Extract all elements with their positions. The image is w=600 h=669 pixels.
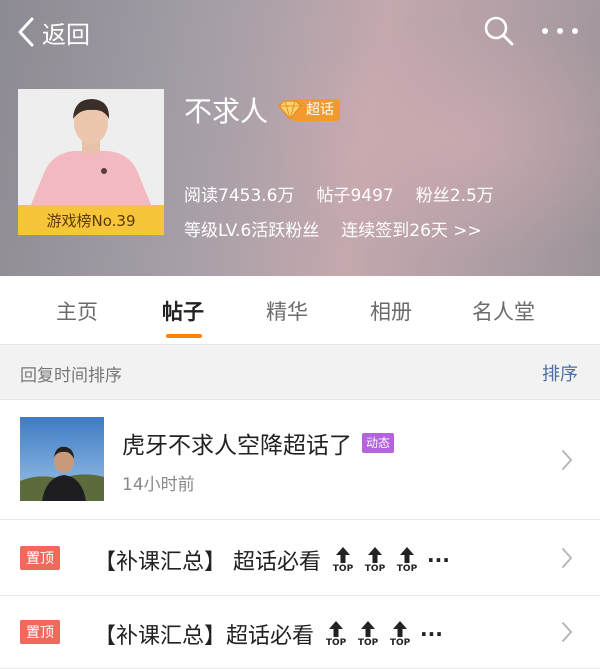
rank-badge: 游戏榜No.39 [18,205,164,235]
ellipsis: ··· [420,622,443,646]
tab-posts[interactable]: 帖子 [162,296,204,326]
top-arrow-icon: TOP [391,546,423,574]
search-button[interactable] [482,14,516,48]
level-row: 等级LV.6活跃粉丝 连续签到26天 >> [184,216,482,241]
more-dots-icon [542,28,548,34]
post-thumbnail [20,417,104,501]
fan-level: 等级LV.6活跃粉丝 [184,221,320,241]
post-title: 【补课汇总】 超话必看 [94,550,321,575]
pinned-title-row: 【补课汇总】 超话必看 TOP TOP TOP ··· [94,544,450,576]
sort-order-label: 回复时间排序 [20,366,122,386]
list-item[interactable]: 虎牙不求人空降超话了 动态 14小时前 [0,400,600,520]
chevron-left-icon [18,17,34,47]
diamond-icon [277,100,303,121]
more-button[interactable] [540,18,580,44]
chevron-right-icon [562,548,573,568]
topic-name: 不求人 [184,95,269,128]
tab-bar: 主页 帖子 精华 相册 名人堂 [0,276,600,344]
post-title-row: 虎牙不求人空降超话了 动态 [122,426,395,460]
dynamic-badge: 动态 [362,433,395,453]
list-item[interactable]: 置顶 【补课汇总】超话必看 TOP TOP TOP ··· [0,596,600,669]
tab-hall-of-fame[interactable]: 名人堂 [472,296,535,326]
sort-button[interactable]: 排序 [542,360,578,386]
search-icon [484,16,514,46]
person-photo [20,417,104,501]
topic-header: 返回 游戏榜No.39 不求人 超话 阅读7453.6万 帖子9497 粉丝2.… [0,0,600,276]
ellipsis: ··· [427,548,450,572]
topic-avatar[interactable]: 游戏榜No.39 [18,89,164,235]
top-arrow-icon: TOP [352,620,384,648]
tab-featured[interactable]: 精华 [266,296,308,326]
posts-count: 帖子9497 [316,186,394,206]
top-arrow-icon: TOP [384,620,416,648]
top-icons: TOP TOP TOP [320,620,416,648]
super-topic-badge: 超话 [276,99,341,121]
post-title: 虎牙不求人空降超话了 [122,433,352,459]
sort-bar: 回复时间排序 排序 [0,344,600,400]
top-arrow-icon: TOP [327,546,359,574]
top-icons: TOP TOP TOP [327,546,423,574]
back-label: 返回 [42,20,90,49]
tab-home[interactable]: 主页 [56,296,98,326]
topic-stats: 阅读7453.6万 帖子9497 粉丝2.5万 [184,181,494,206]
chevron-right-icon [562,450,573,470]
list-item[interactable]: 置顶 【补课汇总】 超话必看 TOP TOP TOP ··· [0,520,600,596]
top-nav-bar: 返回 [0,0,600,64]
post-time: 14小时前 [122,475,195,495]
active-tab-indicator [166,334,202,338]
reads-count: 阅读7453.6万 [184,186,295,206]
pinned-badge: 置顶 [20,546,60,570]
top-arrow-icon: TOP [320,620,352,648]
post-title: 【补课汇总】超话必看 [94,624,315,649]
tab-album[interactable]: 相册 [370,296,412,326]
checkin-link[interactable]: 连续签到26天 >> [341,216,482,241]
chevron-right-icon [562,622,573,642]
back-button[interactable]: 返回 [16,14,90,50]
topic-name-row: 不求人 超话 [184,90,341,130]
fans-count: 粉丝2.5万 [415,186,494,206]
top-arrow-icon: TOP [359,546,391,574]
pinned-title-row: 【补课汇总】超话必看 TOP TOP TOP ··· [94,618,443,650]
pinned-badge: 置顶 [20,620,60,644]
